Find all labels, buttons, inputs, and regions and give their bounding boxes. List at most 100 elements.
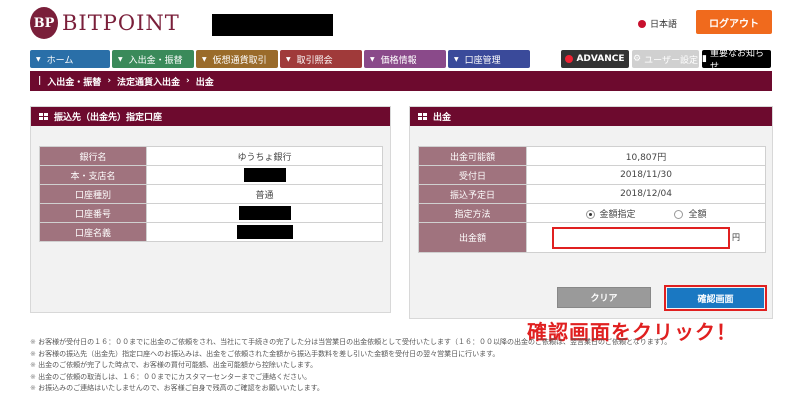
amount-unit: 円 <box>732 233 740 242</box>
confirm-button[interactable]: 確認画面 <box>667 288 764 308</box>
note-item: お客様が受付日の１６：００までに出金のご依頼をされ、当社にて手続きの完了した分は… <box>30 337 730 349</box>
bank-account-table: 銀行名 ゆうちょ銀行 本・支店名 口座種別 普通 口座番号 口座名義 <box>39 146 383 242</box>
row-value-redacted <box>146 165 383 185</box>
nav-item-4[interactable]: ▼ 価格情報 <box>364 50 446 68</box>
tool-links: ADVANCE ⚙ ユーザー設定 ▮ 重要なお知らせ <box>561 49 771 72</box>
row-value: 普通 <box>146 184 383 204</box>
brand-logo[interactable]: BP BITPOINT <box>30 7 180 39</box>
row-label: 口座番号 <box>39 203 147 223</box>
important-news-button[interactable]: ▮ 重要なお知らせ <box>702 49 771 72</box>
method-options: 金額指定 全額 <box>526 203 766 223</box>
dropdown-triangle-icon: ▼ <box>36 55 41 63</box>
radio-label: 金額指定 <box>599 209 636 220</box>
panel-title: 振込先（出金先）指定口座 <box>54 113 163 123</box>
amount-cell: 円 <box>526 222 766 253</box>
table-row: 口座名義 <box>39 222 383 242</box>
radio-amount-option[interactable]: 金額指定 <box>585 209 639 220</box>
language-selector[interactable]: 日本語 <box>638 17 677 30</box>
table-row: 受付日 2018/11/30 <box>418 165 766 185</box>
breadcrumb-separator: › <box>107 76 112 86</box>
row-label: 出金可能額 <box>418 146 527 166</box>
breadcrumb-item-deposit-withdrawal[interactable]: 入出金・振替 <box>47 75 101 88</box>
dropdown-triangle-icon: ▼ <box>454 55 459 63</box>
table-row: 口座番号 <box>39 203 383 223</box>
radio-unselected-icon <box>674 209 684 219</box>
table-row: 本・支店名 <box>39 165 383 185</box>
note-item: 出金のご依頼の取消しは、１６：００までにカスタマーセンターまでご連絡ください。 <box>30 372 730 384</box>
note-item: お客様の振込先（出金先）指定口座へのお振込みは、出金をご依頼された金額から振込手… <box>30 349 730 361</box>
nav-item-label: 仮想通貨取引 <box>212 55 267 66</box>
table-row: 振込予定日 2018/12/04 <box>418 184 766 204</box>
row-label: 受付日 <box>418 165 527 185</box>
row-label: 振込予定日 <box>418 184 527 204</box>
nav-item-5[interactable]: ▼ 口座管理 <box>448 50 530 68</box>
row-value: 2018/12/04 <box>526 184 766 204</box>
table-row: 銀行名 ゆうちょ銀行 <box>39 146 383 166</box>
dropdown-triangle-icon: ▼ <box>118 55 123 63</box>
nav-item-label: 価格情報 <box>380 55 417 66</box>
breadcrumb: | 入出金・振替 › 法定通貨入出金 › 出金 <box>30 71 772 91</box>
redacted-username <box>212 14 333 36</box>
logout-button[interactable]: ログアウト <box>696 10 772 34</box>
dropdown-triangle-icon: ▼ <box>370 55 375 63</box>
nav-item-label: 口座管理 <box>464 55 501 66</box>
table-row: 出金可能額 10,807円 <box>418 146 766 166</box>
notice-icon: ▮ <box>702 54 707 64</box>
row-value: 10,807円 <box>526 146 766 166</box>
grid-icon <box>39 113 48 120</box>
radio-label: 全額 <box>688 209 707 220</box>
gear-icon: ⚙ <box>633 54 642 64</box>
row-label: 口座名義 <box>39 222 147 242</box>
dropdown-triangle-icon: ▼ <box>286 55 291 63</box>
row-label: 本・支店名 <box>39 165 147 185</box>
brand-name: BITPOINT <box>62 11 180 35</box>
withdrawal-table: 出金可能額 10,807円 受付日 2018/11/30 振込予定日 2018/… <box>418 146 766 253</box>
row-label: 銀行名 <box>39 146 147 166</box>
breadcrumb-item-withdrawal: 出金 <box>195 77 214 88</box>
radio-full-option[interactable]: 全額 <box>674 209 707 220</box>
advance-label: ADVANCE <box>576 54 625 64</box>
nav-item-label: ホーム <box>46 55 74 66</box>
dropdown-triangle-icon: ▼ <box>202 55 207 63</box>
bank-account-panel: 振込先（出金先）指定口座 銀行名 ゆうちょ銀行 本・支店名 口座種別 普通 口座… <box>30 106 391 313</box>
main-nav: ▼ ホーム ▼ 入出金・振替 ▼ 仮想通貨取引 ▼ 取引照会 ▼ 価格情報 ▼ 口座管理 <box>30 50 530 68</box>
row-value-redacted <box>146 222 383 242</box>
grid-icon <box>418 113 427 120</box>
user-settings-button[interactable]: ⚙ ユーザー設定 <box>632 50 699 68</box>
important-news-label: 重要なお知らせ <box>709 49 764 72</box>
note-item: お振込みのご連絡はいたしませんので、お客様ご自身で残高のご確認をお願いいたします… <box>30 383 730 395</box>
logo-mark-icon: BP <box>30 7 58 39</box>
breadcrumb-item-fiat[interactable]: 法定通貨入出金 <box>117 75 180 88</box>
row-value: ゆうちょ銀行 <box>146 146 383 166</box>
breadcrumb-separator: › <box>186 76 190 86</box>
advance-logo-icon <box>565 55 574 63</box>
panel-header: 出金 <box>410 107 772 126</box>
radio-selected-icon <box>585 209 595 219</box>
advance-button[interactable]: ADVANCE <box>561 50 629 68</box>
row-label: 指定方法 <box>418 203 527 223</box>
row-value-redacted <box>146 203 383 223</box>
japan-flag-icon <box>638 19 646 28</box>
clear-button[interactable]: クリア <box>557 287 651 308</box>
table-row: 口座種別 普通 <box>39 184 383 204</box>
nav-item-0[interactable]: ▼ ホーム <box>30 50 110 68</box>
confirm-button-highlight: 確認画面 <box>664 285 767 311</box>
note-item: 出金のご依頼が完了した時点で、お客様の買付可能額、出金可能額から控除いたします。 <box>30 360 730 372</box>
panel-title: 出金 <box>433 113 452 123</box>
breadcrumb-divider: | <box>38 76 42 86</box>
language-label: 日本語 <box>650 20 678 30</box>
nav-item-label: 取引照会 <box>296 55 333 66</box>
nav-item-label: 入出金・振替 <box>128 55 183 66</box>
table-row: 出金額 円 <box>418 222 766 253</box>
panel-header: 振込先（出金先）指定口座 <box>31 107 390 126</box>
row-label: 出金額 <box>418 222 527 253</box>
nav-item-3[interactable]: ▼ 取引照会 <box>280 50 362 68</box>
row-value: 2018/11/30 <box>526 165 766 185</box>
amount-wrap: 円 <box>527 226 765 249</box>
row-label: 口座種別 <box>39 184 147 204</box>
user-settings-label: ユーザー設定 <box>644 55 698 66</box>
nav-item-2[interactable]: ▼ 仮想通貨取引 <box>196 50 278 68</box>
nav-item-1[interactable]: ▼ 入出金・振替 <box>112 50 194 68</box>
amount-input[interactable] <box>552 226 730 249</box>
table-row: 指定方法 金額指定 全額 <box>418 203 766 223</box>
